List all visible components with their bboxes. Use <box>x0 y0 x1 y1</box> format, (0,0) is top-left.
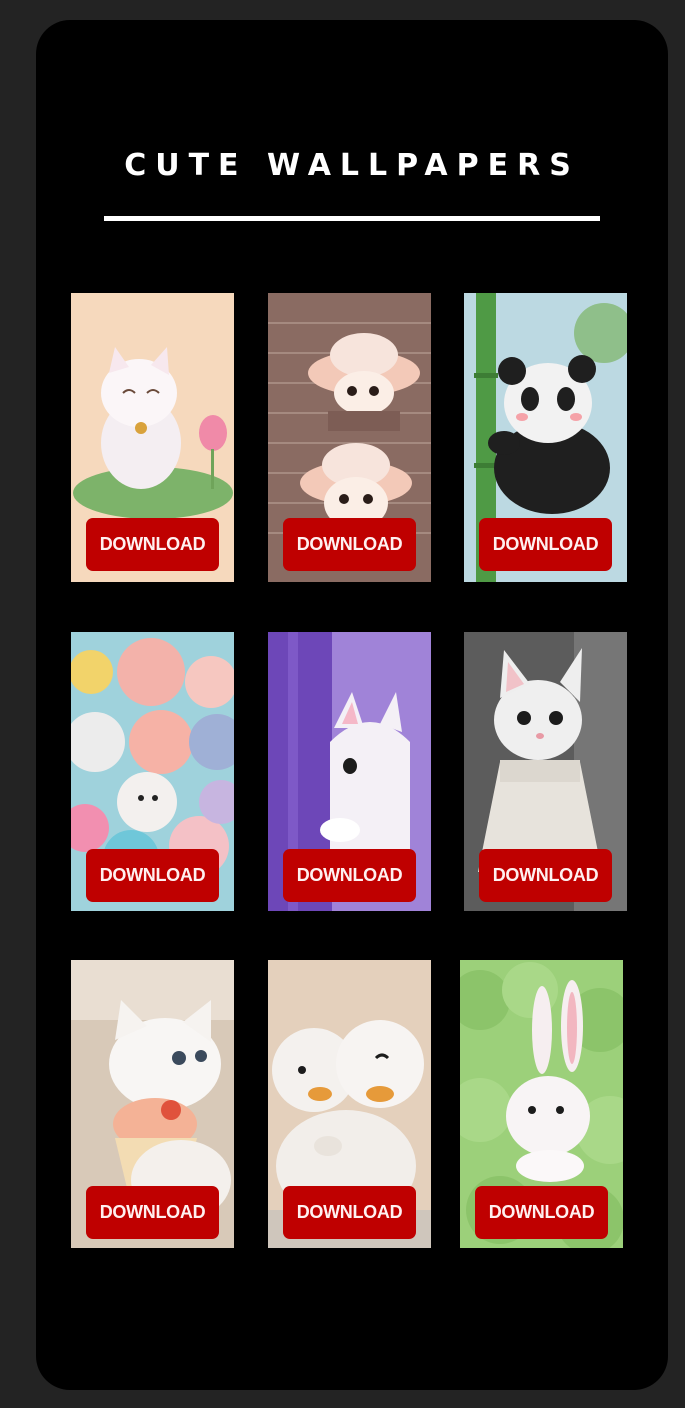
download-button[interactable]: DOWNLOAD <box>479 518 612 571</box>
download-button[interactable]: DOWNLOAD <box>86 849 219 902</box>
wallpaper-card-8: DOWNLOAD <box>268 960 431 1248</box>
download-button[interactable]: DOWNLOAD <box>479 849 612 902</box>
wallpaper-card-3: DOWNLOAD <box>464 293 627 582</box>
app-screen: CUTE WALLPAPERS DOWNLOAD DOWNLOAD DOWNLO… <box>36 20 668 1390</box>
download-button[interactable]: DOWNLOAD <box>86 518 219 571</box>
download-button[interactable]: DOWNLOAD <box>283 1186 416 1239</box>
wallpaper-card-9: DOWNLOAD <box>460 960 623 1248</box>
download-button[interactable]: DOWNLOAD <box>283 849 416 902</box>
wallpaper-card-5: DOWNLOAD <box>268 632 431 911</box>
wallpaper-card-1: DOWNLOAD <box>71 293 234 582</box>
page-title: CUTE WALLPAPERS <box>124 148 580 183</box>
download-button[interactable]: DOWNLOAD <box>475 1186 608 1239</box>
title-divider <box>104 216 600 221</box>
wallpaper-card-2: DOWNLOAD <box>268 293 431 582</box>
download-button[interactable]: DOWNLOAD <box>283 518 416 571</box>
wallpaper-card-4: DOWNLOAD <box>71 632 234 911</box>
download-button[interactable]: DOWNLOAD <box>86 1186 219 1239</box>
wallpaper-card-7: DOWNLOAD <box>71 960 234 1248</box>
wallpaper-card-6: DOWNLOAD <box>464 632 627 911</box>
